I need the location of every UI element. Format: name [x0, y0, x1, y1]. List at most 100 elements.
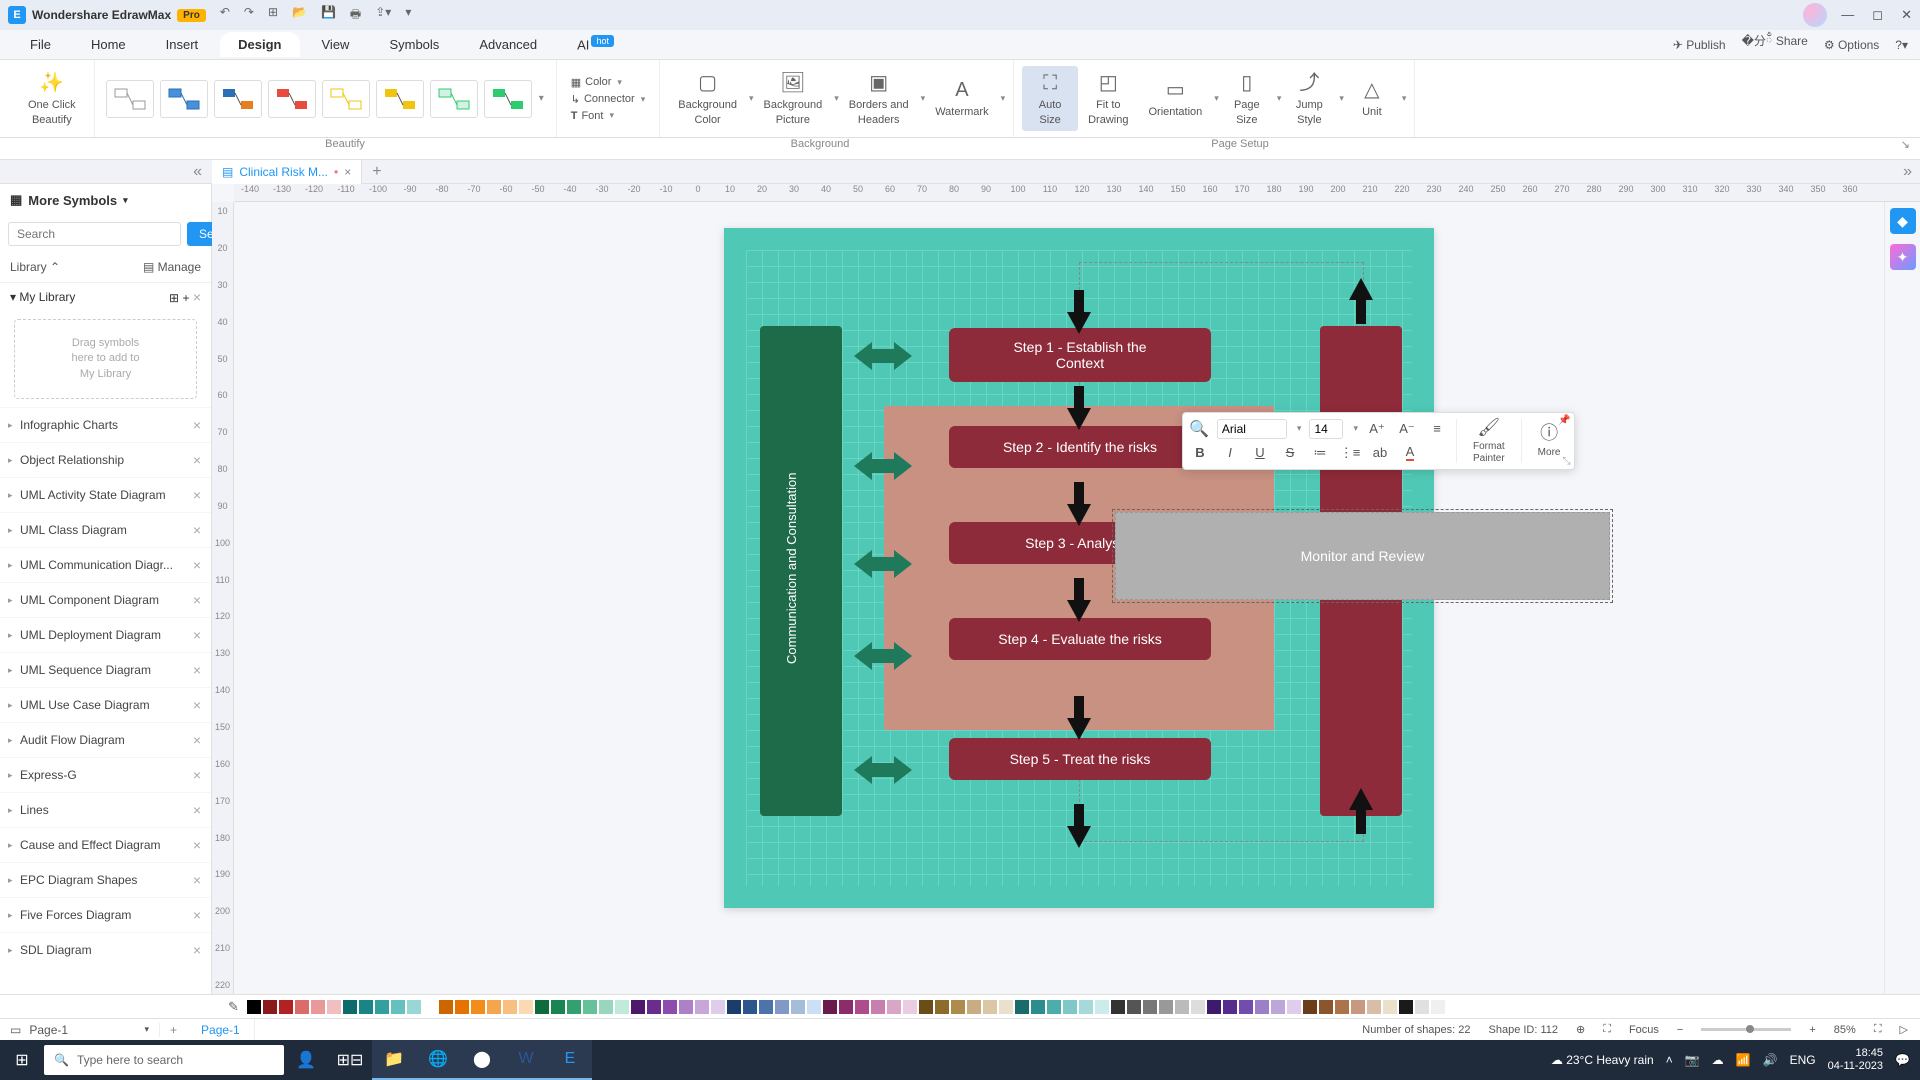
language-indicator[interactable]: ENG	[1790, 1053, 1816, 1067]
qat-more-icon[interactable]: ▾	[405, 5, 411, 26]
taskbar-clock[interactable]: 18:45 04-11-2023	[1828, 1047, 1883, 1073]
page-size-button[interactable]: ▯Page Size	[1219, 66, 1275, 131]
color-swatch[interactable]	[455, 1000, 469, 1014]
color-swatch[interactable]	[711, 1000, 725, 1014]
jump-style-button[interactable]: ⤴Jump Style	[1281, 66, 1337, 131]
color-swatch[interactable]	[1095, 1000, 1109, 1014]
symbols-dd-icon[interactable]: ▾	[123, 195, 128, 206]
close-icon[interactable]: ✕	[1901, 7, 1912, 23]
status-fit-icon[interactable]: ⛶	[1603, 1023, 1611, 1036]
menu-ai[interactable]: AIhot	[559, 31, 632, 57]
ai-assistant-icon[interactable]: ✦	[1890, 244, 1916, 270]
biarrow-1[interactable]	[854, 344, 912, 368]
add-lib-icon[interactable]: ⊞	[169, 291, 179, 305]
color-swatch[interactable]	[343, 1000, 357, 1014]
color-swatch[interactable]	[311, 1000, 325, 1014]
step2-box[interactable]: Step 2 - Identify the risks	[949, 426, 1211, 468]
color-swatch[interactable]	[295, 1000, 309, 1014]
menu-insert[interactable]: Insert	[148, 32, 217, 57]
export-icon[interactable]: ⇪▾	[375, 5, 391, 26]
font-dd-icon[interactable]: ▾	[1297, 423, 1302, 434]
close-lib-item-icon[interactable]: ×	[193, 452, 201, 468]
library-item[interactable]: Cause and Effect Diagram×	[0, 827, 211, 862]
color-swatch[interactable]	[1015, 1000, 1029, 1014]
close-lib-item-icon[interactable]: ×	[193, 697, 201, 713]
style-preset-3[interactable]	[214, 80, 262, 118]
color-swatch[interactable]	[1047, 1000, 1061, 1014]
orientation-button[interactable]: ▭Orientation	[1138, 73, 1212, 123]
file-explorer-icon[interactable]: 📁	[372, 1040, 416, 1080]
color-swatch[interactable]	[631, 1000, 645, 1014]
theme-connector-button[interactable]: ↳ Connector▾	[571, 93, 646, 106]
color-swatch[interactable]	[487, 1000, 501, 1014]
increase-font-icon[interactable]: A⁺	[1366, 419, 1388, 439]
fullscreen-icon[interactable]: ⛶	[1874, 1023, 1882, 1036]
notifications-icon[interactable]: 💬	[1895, 1053, 1910, 1067]
eyedropper-icon[interactable]: ✎	[228, 999, 239, 1015]
color-swatch[interactable]	[263, 1000, 277, 1014]
zoom-slider[interactable]	[1701, 1028, 1791, 1031]
color-swatch[interactable]	[1031, 1000, 1045, 1014]
color-swatch[interactable]	[1351, 1000, 1365, 1014]
color-swatch[interactable]	[871, 1000, 885, 1014]
publish-button[interactable]: ✈ Publish	[1673, 38, 1726, 52]
style-preset-4[interactable]	[268, 80, 316, 118]
color-swatch[interactable]	[567, 1000, 581, 1014]
print-icon[interactable]: 🖶	[350, 5, 361, 26]
unit-button[interactable]: △Unit	[1344, 73, 1400, 123]
menu-design[interactable]: Design	[220, 32, 299, 57]
color-swatch[interactable]	[1175, 1000, 1189, 1014]
step4-box[interactable]: Step 4 - Evaluate the risks	[949, 618, 1211, 660]
color-swatch[interactable]	[855, 1000, 869, 1014]
zoom-in-icon[interactable]: +	[1809, 1024, 1815, 1036]
font-color-icon[interactable]: A	[1399, 443, 1421, 463]
options-button[interactable]: ⚙ Options	[1824, 38, 1879, 52]
page-selector[interactable]: Page-1	[29, 1023, 68, 1037]
page-setup-launcher-icon[interactable]: ↘	[1901, 138, 1920, 159]
bold-icon[interactable]: B	[1189, 443, 1211, 463]
format-painter-button[interactable]: 🖌Format Painter	[1465, 417, 1513, 465]
color-swatch[interactable]	[1287, 1000, 1301, 1014]
library-item[interactable]: UML Sequence Diagram×	[0, 652, 211, 687]
italic-icon[interactable]: I	[1219, 443, 1241, 463]
step1-box[interactable]: Step 1 - Establish the Context	[949, 328, 1211, 382]
color-swatch[interactable]	[1271, 1000, 1285, 1014]
font-size-input[interactable]	[1309, 419, 1343, 439]
library-item[interactable]: Five Forces Diagram×	[0, 897, 211, 932]
close-lib-item-icon[interactable]: ×	[193, 767, 201, 783]
library-item[interactable]: Lines×	[0, 792, 211, 827]
font-family-input[interactable]	[1217, 419, 1287, 439]
expand-right-panel-icon[interactable]: »	[1903, 163, 1920, 181]
arrow-down-1[interactable]	[1067, 312, 1091, 334]
undo-icon[interactable]: ↶	[220, 5, 230, 26]
background-picture-button[interactable]: 🖼Background Picture	[753, 66, 832, 131]
color-swatch[interactable]	[839, 1000, 853, 1014]
color-swatch[interactable]	[1447, 1000, 1461, 1014]
maximize-icon[interactable]: ◻	[1872, 7, 1883, 23]
pin-toolbar-icon[interactable]: 📌	[1558, 415, 1570, 426]
arrow-down-5[interactable]	[1067, 718, 1091, 740]
onedrive-icon[interactable]: ☁	[1712, 1053, 1724, 1067]
arrow-down-4[interactable]	[1067, 600, 1091, 622]
color-swatch[interactable]	[967, 1000, 981, 1014]
monitor-review-note[interactable]: Monitor and Review	[1115, 512, 1610, 600]
minimize-icon[interactable]: —	[1841, 7, 1854, 23]
close-doc-icon[interactable]: ×	[344, 165, 351, 179]
color-swatch[interactable]	[359, 1000, 373, 1014]
color-swatch[interactable]	[279, 1000, 293, 1014]
volume-icon[interactable]: 🔊	[1763, 1053, 1778, 1067]
menu-view[interactable]: View	[304, 32, 368, 57]
color-swatch[interactable]	[1079, 1000, 1093, 1014]
watermark-button[interactable]: AWatermark	[925, 73, 998, 123]
tray-up-icon[interactable]: ˄	[1666, 1053, 1673, 1067]
biarrow-3[interactable]	[854, 552, 912, 576]
page-selector-dd[interactable]: ▾	[144, 1024, 149, 1035]
color-swatch[interactable]	[503, 1000, 517, 1014]
color-swatch[interactable]	[807, 1000, 821, 1014]
color-swatch[interactable]	[1159, 1000, 1173, 1014]
color-swatch[interactable]	[471, 1000, 485, 1014]
close-lib-item-icon[interactable]: ×	[193, 592, 201, 608]
color-swatch[interactable]	[1063, 1000, 1077, 1014]
arrow-up-right-top[interactable]	[1349, 278, 1373, 300]
canvas[interactable]: Communication and Consultation Step 1 - …	[234, 202, 1920, 994]
